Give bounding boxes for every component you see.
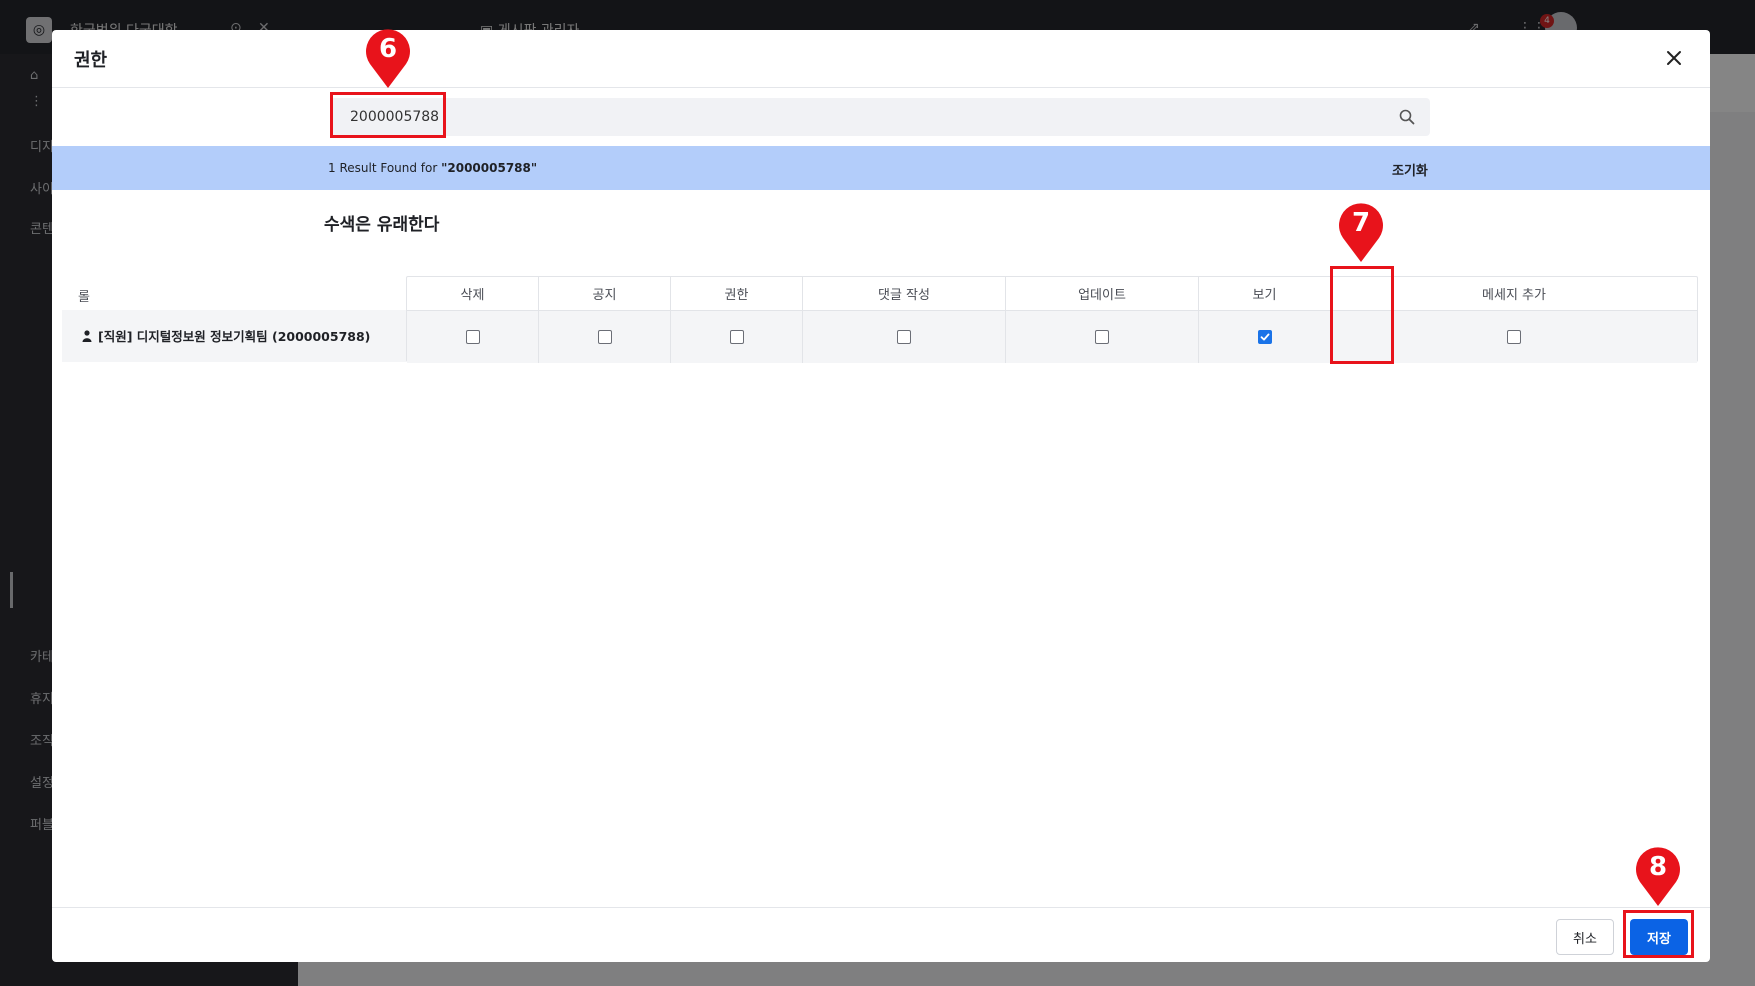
add-message-checkbox[interactable] — [1507, 330, 1521, 344]
modal-footer: 취소 저장 — [52, 907, 1710, 962]
table-cell — [671, 311, 802, 363]
column-header: 댓글 작성 — [803, 277, 1005, 311]
notice-checkbox[interactable] — [597, 330, 612, 344]
reset-button[interactable]: 조기화 — [1392, 160, 1428, 179]
permissions-table: 롤 [직원] 디지털정보원 정보기획팀 (2000005788) 삭제 공지 권… — [62, 276, 1698, 366]
result-query: "2000005788" — [441, 161, 538, 175]
column-header: 권한 — [671, 277, 802, 311]
search-box — [330, 98, 1430, 136]
close-icon — [1667, 51, 1681, 65]
step-number: 6 — [378, 34, 398, 64]
highlight-save-button — [1623, 910, 1694, 958]
search-result-bar: 1 Result Found for "2000005788" 조기화 — [52, 146, 1710, 190]
highlight-view-checkbox — [1330, 266, 1394, 364]
permissions-modal: 권한 1 Result Found for "2000005788" 조기화 수… — [52, 30, 1710, 962]
search-icon[interactable] — [1398, 108, 1416, 126]
step-number: 8 — [1648, 852, 1668, 882]
cancel-button[interactable]: 취소 — [1556, 919, 1614, 955]
table-row: [직원] 디지털정보원 정보기획팀 (2000005788) — [62, 310, 406, 362]
user-icon — [82, 329, 92, 342]
col-update: 업데이트 — [1006, 277, 1199, 363]
step-marker-6-icon: 6 — [363, 28, 413, 90]
table-cell — [407, 311, 538, 363]
section-title: 수색은 유래한다 — [324, 215, 440, 235]
col-view: 보기 — [1199, 277, 1331, 363]
update-checkbox[interactable] — [1095, 330, 1109, 344]
step-marker-8-icon: 8 — [1633, 846, 1683, 908]
role-label: [직원] 디지털정보원 정보기획팀 (2000005788) — [82, 326, 370, 345]
result-prefix: 1 Result Found for — [328, 161, 442, 175]
permission-checkbox[interactable] — [729, 330, 744, 344]
col-notice: 공지 — [539, 277, 671, 363]
table-cell — [1199, 311, 1330, 363]
comment-checkbox[interactable] — [897, 330, 911, 344]
role-name: [직원] 디지털정보원 정보기획팀 (2000005788) — [98, 329, 371, 344]
role-column-header: 롤 — [78, 290, 90, 305]
search-input[interactable] — [330, 98, 1430, 136]
table-cell — [539, 311, 670, 363]
highlight-search-value — [330, 92, 446, 138]
table-cell — [803, 311, 1005, 363]
col-comment: 댓글 작성 — [803, 277, 1006, 363]
step-marker-7-icon: 7 — [1336, 202, 1386, 264]
column-header: 업데이트 — [1006, 277, 1198, 311]
close-button[interactable] — [1660, 44, 1688, 72]
col-permission: 권한 — [671, 277, 803, 363]
table-cell — [1006, 311, 1198, 363]
column-header: 보기 — [1199, 277, 1330, 311]
modal-header: 권한 — [52, 30, 1710, 88]
checkmark-icon — [1260, 333, 1269, 341]
column-header: 삭제 — [407, 277, 538, 311]
view-checkbox[interactable] — [1257, 330, 1272, 344]
col-delete: 삭제 — [407, 277, 539, 363]
permission-grid: 삭제 공지 권한 댓글 작성 업데이트 보기 메세지 추가 — [406, 276, 1698, 363]
step-number: 7 — [1351, 208, 1371, 238]
modal-title: 권한 — [74, 50, 108, 71]
result-summary: 1 Result Found for "2000005788" — [328, 161, 537, 175]
delete-checkbox[interactable] — [465, 330, 480, 344]
column-header: 공지 — [539, 277, 670, 311]
